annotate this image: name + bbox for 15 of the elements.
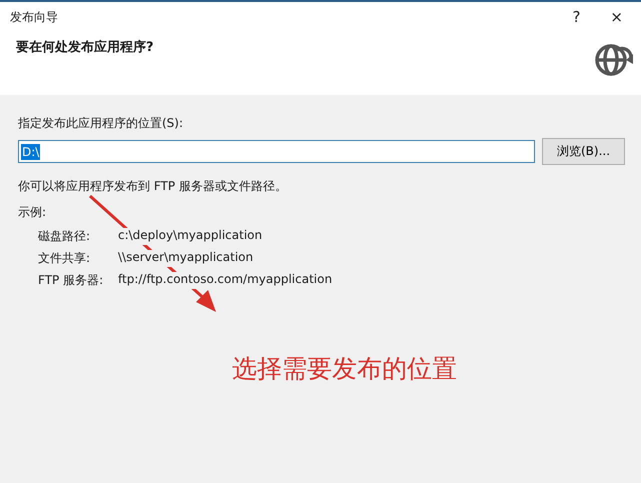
close-button[interactable]: × (602, 8, 631, 26)
example-label: 磁盘路径: (38, 228, 90, 245)
example-label: FTP 服务器: (38, 272, 104, 289)
page-title: 要在何处发布应用程序? (16, 38, 154, 56)
browse-button[interactable]: 浏览(B)... (542, 138, 625, 165)
example-path: c:\deploy\myapplication (118, 228, 262, 245)
example-path: \\server\myapplication (118, 250, 254, 267)
examples-heading: 示例: (18, 204, 48, 221)
example-path: ftp://ftp.contoso.com/myapplication (118, 272, 332, 289)
annotation-text: 选择需要发布的位置 (232, 353, 457, 385)
help-button[interactable]: ? (564, 8, 588, 26)
example-label: 文件共享: (38, 250, 90, 267)
location-label: 指定发布此应用程序的位置(S): (18, 115, 184, 132)
location-field[interactable]: D:\ (18, 140, 535, 163)
window-title: 发布向导 (10, 8, 59, 26)
